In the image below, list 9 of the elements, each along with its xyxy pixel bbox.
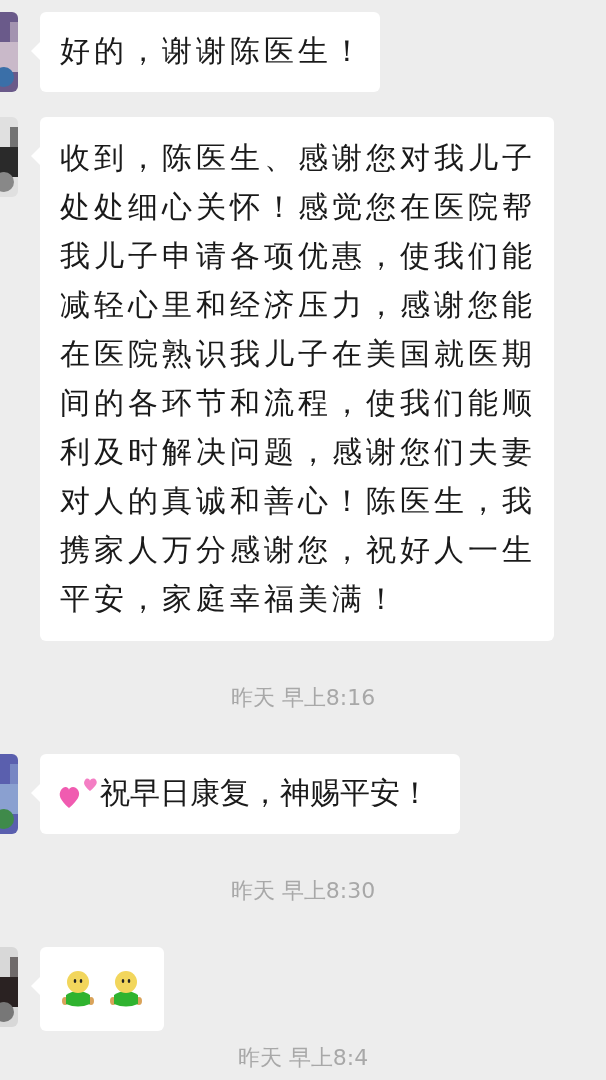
message-text: 祝早日康复，神赐平安！ bbox=[100, 774, 430, 812]
two-hearts-icon bbox=[58, 776, 100, 810]
timestamp: 昨天 早上8:4 bbox=[237, 1044, 369, 1072]
figure-icon bbox=[108, 969, 144, 1009]
timestamp: 昨天 早上8:30 bbox=[230, 877, 376, 905]
message-bubble: 好的，谢谢陈医生！ bbox=[40, 12, 380, 92]
figure-icon bbox=[60, 969, 96, 1009]
message-bubble: 收到，陈医生、感谢您对我儿子处处细心关怀！感觉您在医院帮我儿子申请各项优惠，使我们能减轻心里和经济压力，感谢您能在医院熟识我儿子在美国就医期间的各环节和流程，使我们能顺利及时解决问题，感谢您们夫妻对人的真诚和善心！陈医生，我携家人万分感谢您，祝好人一生平安，家庭幸福美满！ bbox=[40, 117, 554, 641]
timestamp: 昨天 早上8:16 bbox=[230, 684, 376, 712]
